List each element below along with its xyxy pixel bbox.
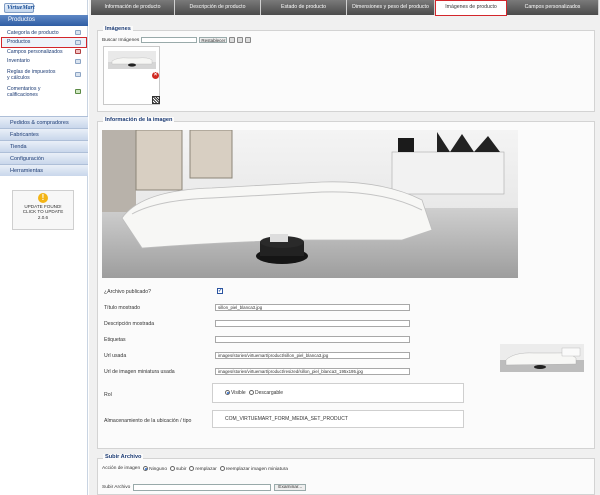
previous-icon[interactable]	[237, 37, 244, 43]
replace-radio[interactable]	[189, 466, 195, 471]
action-label: Acción de imagen	[102, 466, 141, 472]
sidebar-item-comments[interactable]: Comentarios y calificaciones	[2, 83, 86, 100]
sidebar-menu-manufacturers[interactable]: Fabricantes	[0, 128, 88, 140]
image-search-row: Buscar Imágenes Restablecer	[102, 37, 252, 43]
image-info-legend: Información de la imagen	[103, 117, 175, 123]
file-label: Subir Archivo	[102, 485, 131, 490]
sidebar-item-tax-rules[interactable]: Reglas de impuestos y cálculos	[2, 66, 86, 83]
tags-field[interactable]	[215, 336, 410, 343]
url-field[interactable]: images/stories/virtuemart/product/sillon…	[215, 352, 410, 359]
storage-label: Almacenamiento de la ubicación / tipo	[104, 418, 192, 424]
sidebar-header[interactable]: Productos	[0, 15, 88, 26]
action-none-option[interactable]: Ninguno	[143, 466, 167, 472]
sidebar-menu-tools[interactable]: Herramientas	[0, 164, 88, 176]
title-label: Título mostrado	[104, 305, 141, 311]
sidebar-menu-configuration[interactable]: Configuración	[0, 152, 88, 164]
storage-value: COM_VIRTUEMART_FORM_MEDIA_SET_PRODUCT	[225, 416, 348, 422]
visible-radio[interactable]	[225, 390, 230, 396]
tab-product-info[interactable]: Información de producto	[91, 0, 175, 15]
product-image-preview	[102, 130, 518, 278]
folder-icon	[75, 30, 81, 36]
published-checkbox[interactable]: ✓	[217, 288, 223, 294]
sidebar-menu-store[interactable]: Tienda	[0, 140, 88, 152]
downloadable-radio[interactable]	[249, 390, 254, 396]
tags-label: Etiquetas	[104, 337, 126, 343]
upload-legend: Subir Archivo	[103, 454, 144, 460]
sidebar-item-custom-fields[interactable]: Campos personalizados	[2, 47, 86, 57]
action-upload-option[interactable]: subir	[170, 466, 186, 472]
none-radio[interactable]	[143, 466, 149, 471]
tab-product-status[interactable]: Estado de producto	[261, 0, 347, 15]
sidebar-item-products[interactable]: Productos	[1, 36, 87, 48]
search-input[interactable]	[141, 37, 198, 43]
action-replace-option[interactable]: remplazar	[189, 466, 217, 472]
remove-image-icon[interactable]: ×	[152, 72, 159, 79]
storage-box: COM_VIRTUEMART_FORM_MEDIA_SET_PRODUCT	[212, 410, 464, 428]
role-label: Rol	[104, 392, 112, 398]
sidebar-item-categories[interactable]: Categoría de producto	[2, 28, 86, 38]
calc-icon	[75, 72, 81, 77]
inventory-icon	[75, 58, 81, 64]
tab-bar: Información de producto Descripción de p…	[91, 0, 600, 16]
file-input[interactable]	[133, 484, 272, 491]
reset-button[interactable]: Restablecer	[199, 37, 228, 43]
sidebar: VirtueMart Productos Categoría de produc…	[0, 0, 88, 495]
title-field[interactable]: sillon_piel_blanca3.jpg	[215, 304, 410, 311]
image-settings-icon[interactable]	[152, 96, 160, 104]
products-icon	[75, 39, 81, 45]
image-thumbnail-card[interactable]: ×	[103, 46, 160, 105]
comments-icon	[75, 89, 81, 94]
sofa-thumbnail	[108, 51, 156, 69]
custom-fields-icon	[75, 49, 81, 55]
action-replace-thumb-option[interactable]: reemplazar imagen miniatura	[219, 466, 288, 472]
description-label: Descripción mostrada	[104, 321, 155, 327]
main-content: Información de producto Descripción de p…	[89, 0, 600, 495]
tab-custom-fields[interactable]: Campos personalizados	[507, 0, 599, 15]
virtuemart-logo[interactable]: VirtueMart	[4, 3, 35, 13]
sidebar-submenu: Categoría de producto Productos Campos p…	[1, 28, 87, 100]
tab-product-description[interactable]: Descripción de producto	[175, 0, 261, 15]
next-icon[interactable]	[245, 37, 252, 43]
warning-icon: !	[38, 193, 48, 203]
tab-product-images[interactable]: Imágenes de producto	[435, 0, 507, 16]
image-action-row: Acción de imagen Ninguno subir remplazar…	[102, 466, 288, 472]
file-upload-row: Subir Archivo Examinar...	[102, 484, 307, 491]
sidebar-menu-orders[interactable]: Pedidos & compradores	[0, 116, 88, 128]
browse-button[interactable]: Examinar...	[274, 484, 307, 491]
images-legend: Imágenes	[103, 26, 133, 32]
published-label: ¿Archivo publicado?	[104, 289, 152, 295]
description-field[interactable]	[215, 320, 410, 327]
sidebar-item-inventory[interactable]: Inventario	[2, 57, 86, 67]
gear-icon[interactable]	[229, 37, 236, 43]
role-box: Visible Descargable	[212, 383, 464, 403]
thumb-url-label: Url de imagen miniatura usada	[104, 369, 175, 375]
update-notice[interactable]: ! UPDATE FOUND! CLICK TO UPDATE 2.0.6	[12, 190, 74, 230]
replace-thumb-radio[interactable]	[219, 466, 225, 471]
tab-dimensions-weight[interactable]: Dimensiones y peso del producto	[347, 0, 435, 15]
sidebar-menu: Pedidos & compradores Fabricantes Tienda…	[0, 116, 88, 176]
image-miniature-preview	[500, 344, 584, 372]
thumb-url-field[interactable]: images/stories/virtuemart/product/resize…	[215, 368, 410, 375]
role-downloadable-option[interactable]: Descargable	[249, 390, 283, 396]
upload-radio[interactable]	[170, 466, 176, 471]
search-label: Buscar Imágenes	[102, 37, 140, 43]
role-visible-option[interactable]: Visible	[225, 390, 246, 396]
url-label: Url usada	[104, 353, 127, 359]
